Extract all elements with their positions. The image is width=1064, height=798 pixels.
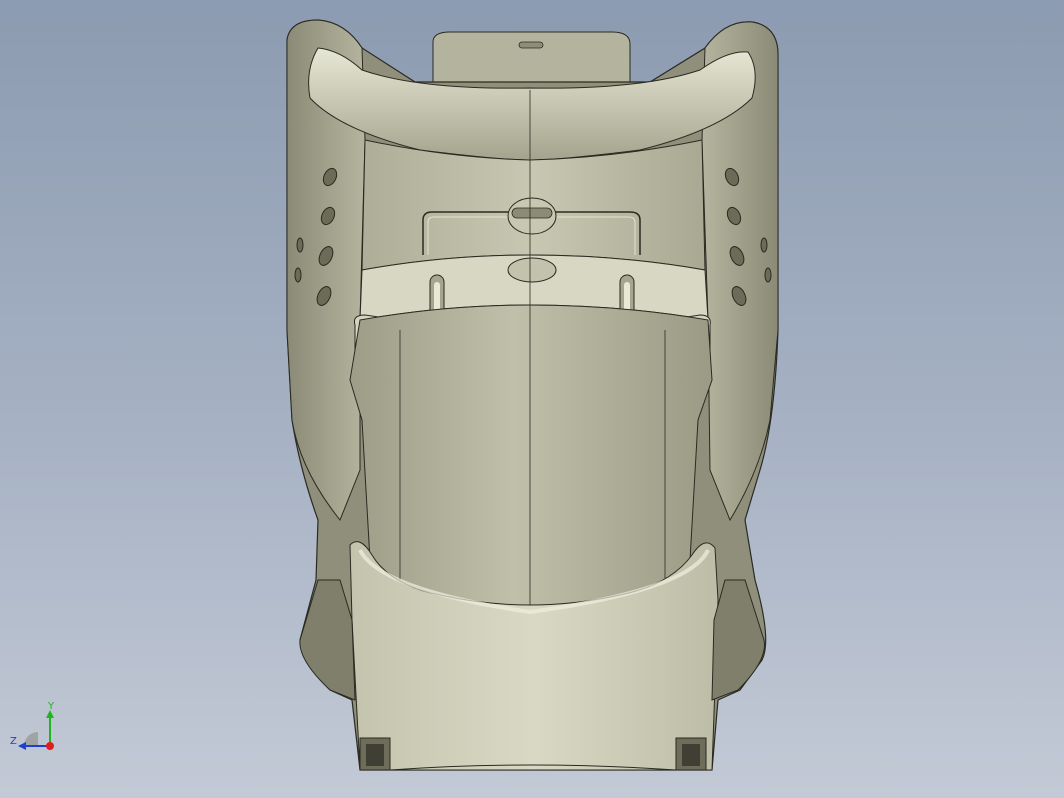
headrest-tab (432, 31, 631, 91)
headrest-slot (518, 41, 544, 49)
orientation-triad: Y Z (10, 701, 55, 750)
y-axis-label: Y (47, 701, 55, 712)
center-buckle (507, 257, 557, 283)
cad-viewport[interactable]: Y Z (0, 0, 1064, 798)
z-axis-label: Z (10, 736, 17, 747)
car-seat-model[interactable] (0, 0, 1064, 798)
triad-base-icon (24, 732, 38, 746)
seat-panel (349, 304, 713, 607)
x-axis-icon (46, 742, 54, 750)
